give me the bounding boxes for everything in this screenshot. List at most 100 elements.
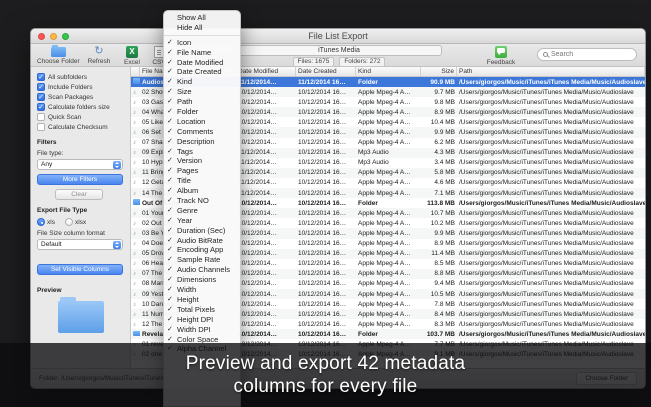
check-icon: ✓ <box>167 97 176 107</box>
size: 5.8 MB <box>421 169 457 176</box>
menu-item-show-all[interactable]: Show All <box>164 13 240 23</box>
menu-item-kind[interactable]: ✓Kind <box>164 77 240 87</box>
preview-folder-icon <box>58 301 104 333</box>
menu-item-size[interactable]: ✓Size <box>164 87 240 97</box>
path: /Users/giorgos/Music/iTunes/iTunes Media… <box>457 200 645 207</box>
column-header-path[interactable]: Path <box>457 67 645 76</box>
menu-item-location[interactable]: ✓Location <box>164 117 240 127</box>
file-size-format-value: Default <box>41 241 62 248</box>
row-icon-cell <box>131 78 140 86</box>
checkbox-calculate-folders-size[interactable]: ✓Calculate folders size <box>37 102 125 112</box>
close-button[interactable] <box>38 33 45 40</box>
menu-item-version[interactable]: ✓Version <box>164 156 240 166</box>
date-created: 10/12/2014 16… <box>296 99 356 106</box>
checkbox-icon[interactable]: ✓ <box>37 73 45 81</box>
checkbox-label: Quick Scan <box>48 114 81 121</box>
more-filters-button[interactable]: More Filters <box>37 174 123 185</box>
kind: Apple Mpeg-4 A… <box>356 301 421 308</box>
audio-file-icon: ♪ <box>133 140 136 146</box>
menu-item-width-dpi[interactable]: ✓Width DPI <box>164 325 240 335</box>
check-icon: ✓ <box>167 186 176 196</box>
date-created: 10/12/2014 16… <box>296 89 356 96</box>
menu-item-album[interactable]: ✓Album <box>164 186 240 196</box>
row-icon-cell: ♪ <box>131 230 140 237</box>
menu-item-sample-rate[interactable]: ✓Sample Rate <box>164 255 240 265</box>
menu-item-total-pixels[interactable]: ✓Total Pixels <box>164 305 240 315</box>
source-selector[interactable]: iTunes Media <box>236 45 442 56</box>
search-input[interactable] <box>551 51 631 58</box>
preview-label: Preview <box>37 287 125 294</box>
menu-item-date-modified[interactable]: ✓Date Modified <box>164 58 240 68</box>
menu-item-width[interactable]: ✓Width <box>164 285 240 295</box>
checkbox-quick-scan[interactable]: Quick Scan <box>37 112 125 122</box>
refresh-label: Refresh <box>83 58 115 65</box>
file-size-format-select[interactable]: Default <box>37 239 123 250</box>
search-field[interactable] <box>537 48 637 61</box>
menu-item-title[interactable]: ✓Title <box>164 176 240 186</box>
xls-radio[interactable]: xls <box>37 218 55 226</box>
row-icon-cell: ♪ <box>131 240 140 247</box>
menu-item-label: Date Modified <box>177 58 223 67</box>
checkbox-icon[interactable] <box>37 113 45 121</box>
date-created: 11/12/2014 16… <box>296 79 356 86</box>
audio-file-icon: ♪ <box>133 150 136 156</box>
menu-item-height[interactable]: ✓Height <box>164 295 240 305</box>
menu-item-comments[interactable]: ✓Comments <box>164 127 240 137</box>
menu-item-audio-bitrate[interactable]: ✓Audio BitRate <box>164 236 240 246</box>
set-visible-columns-button[interactable]: Set Visible Columns <box>37 264 123 275</box>
checkbox-icon[interactable]: ✓ <box>37 103 45 111</box>
minimize-button[interactable] <box>50 33 57 40</box>
menu-item-date-created[interactable]: ✓Date Created <box>164 67 240 77</box>
checkbox-all-subfolders[interactable]: ✓All subfolders <box>37 72 125 82</box>
menu-item-file-name[interactable]: ✓File Name <box>164 48 240 58</box>
menu-item-description[interactable]: ✓Description <box>164 137 240 147</box>
menu-item-path[interactable]: ✓Path <box>164 97 240 107</box>
menu-item-year[interactable]: ✓Year <box>164 216 240 226</box>
menu-item-track-no[interactable]: ✓Track NO <box>164 196 240 206</box>
menu-item-height-dpi[interactable]: ✓Height DPI <box>164 315 240 325</box>
menu-item-duration-sec[interactable]: ✓Duration (Sec) <box>164 226 240 236</box>
checkbox-calculate-checksum[interactable]: Calculate Checksum <box>37 122 125 132</box>
menu-item-tags[interactable]: ✓Tags <box>164 147 240 157</box>
menu-item-pages[interactable]: ✓Pages <box>164 166 240 176</box>
menu-item-encoding-app[interactable]: ✓Encoding App <box>164 245 240 255</box>
clear-button[interactable]: Clear <box>55 189 103 200</box>
titlebar[interactable]: File List Export <box>31 29 645 44</box>
audio-file-icon: ♪ <box>133 231 136 237</box>
kind: Apple Mpeg-4 A… <box>356 291 421 298</box>
menu-item-label: Height DPI <box>177 315 213 324</box>
zoom-button[interactable] <box>62 33 69 40</box>
menu-item-genre[interactable]: ✓Genre <box>164 206 240 216</box>
menu-item-hide-all[interactable]: Hide All <box>164 23 240 33</box>
feedback-icon <box>495 46 507 58</box>
choose-folder-button[interactable]: Choose Folder <box>37 45 79 65</box>
row-icon-cell: ♪ <box>131 89 140 96</box>
column-header-date-created[interactable]: Date Created <box>296 67 356 76</box>
checkbox-icon[interactable]: ✓ <box>37 83 45 91</box>
checkbox-include-folders[interactable]: ✓Include Folders <box>37 82 125 92</box>
menu-item-dimensions[interactable]: ✓Dimensions <box>164 275 240 285</box>
column-header-icon[interactable] <box>131 67 140 76</box>
checkbox-icon[interactable] <box>37 123 45 131</box>
menu-item-folder[interactable]: ✓Folder <box>164 107 240 117</box>
refresh-button[interactable]: ↻ Refresh <box>83 45 115 65</box>
audio-file-icon: ♪ <box>133 302 136 308</box>
column-header-kind[interactable]: Kind <box>356 67 421 76</box>
column-header-date-modified[interactable]: Date Modified <box>236 67 296 76</box>
check-icon: ✓ <box>167 166 176 176</box>
excel-export-button[interactable]: X Excel <box>119 45 145 66</box>
path: /Users/giorgos/Music/iTunes/iTunes Media… <box>457 220 645 227</box>
menu-item-audio-channels[interactable]: ✓Audio Channels <box>164 265 240 275</box>
feedback-button[interactable]: Feedback <box>483 45 519 66</box>
size: 113.8 MB <box>421 200 457 207</box>
excel-icon: X <box>126 46 138 58</box>
checkbox-scan-packages[interactable]: ✓Scan Packages <box>37 92 125 102</box>
date-modified: 10/12/2014… <box>236 250 296 257</box>
audio-file-icon: ♪ <box>133 261 136 267</box>
xlsx-radio[interactable]: xlsx <box>65 218 86 226</box>
menu-item-icon[interactable]: ✓Icon <box>164 38 240 48</box>
checkbox-icon[interactable]: ✓ <box>37 93 45 101</box>
column-header-size[interactable]: Size <box>421 67 457 76</box>
file-type-select[interactable]: Any <box>37 159 123 170</box>
date-modified: 10/12/2014… <box>236 109 296 116</box>
